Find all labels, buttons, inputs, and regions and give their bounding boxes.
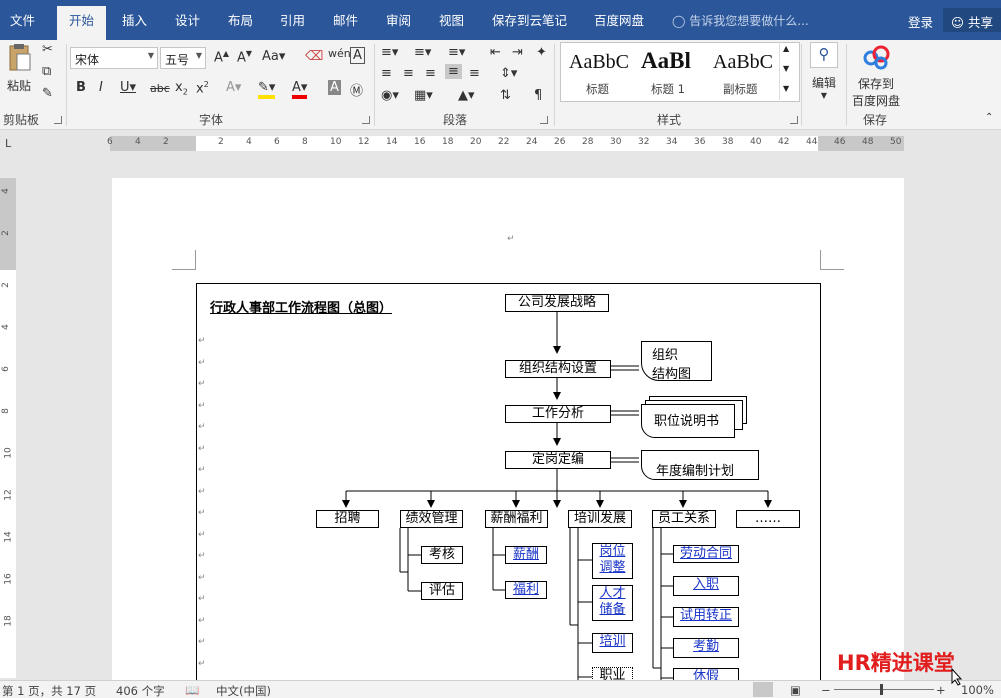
node-performance[interactable]: 绩效管理 xyxy=(400,510,463,528)
link-welfare[interactable]: 福利 xyxy=(505,581,547,599)
link-position-adjust[interactable]: 岗位调整 xyxy=(592,543,633,579)
zoom-in-icon[interactable]: + xyxy=(936,683,946,697)
doc-job-description[interactable]: 职位说明书 xyxy=(641,404,735,438)
mouse-cursor-icon xyxy=(951,668,963,686)
node-evaluation[interactable]: 评估 xyxy=(421,582,463,600)
page-count[interactable]: 第 1 页，共 17 页 xyxy=(2,683,96,698)
paragraph-mark: ↵ xyxy=(198,551,206,561)
link-onboarding[interactable]: 入职 xyxy=(673,576,739,596)
zoom-slider-thumb[interactable] xyxy=(880,684,883,695)
link-training[interactable]: 培训 xyxy=(592,633,633,653)
node-compensation[interactable]: 薪酬福利 xyxy=(485,510,548,528)
paragraph-mark: ↵ xyxy=(198,379,206,389)
print-layout-icon[interactable] xyxy=(753,682,773,697)
zoom-level[interactable]: 100% xyxy=(961,683,994,697)
paragraph-mark: ↵ xyxy=(198,637,206,647)
node-recruitment[interactable]: 招聘 xyxy=(316,510,379,528)
doc-annual-plan[interactable]: 年度编制计划 xyxy=(641,450,759,480)
link-labor-contract[interactable]: 劳动合同 xyxy=(673,545,739,563)
paragraph-mark: ↵ xyxy=(198,400,206,411)
paragraph-mark: ↵ xyxy=(198,465,206,475)
node-appraisal[interactable]: 考核 xyxy=(421,546,463,564)
proofing-icon[interactable]: 📖 xyxy=(185,683,199,697)
node-job-analysis[interactable]: 工作分析 xyxy=(505,405,611,423)
word-count[interactable]: 406 个字 xyxy=(116,683,165,698)
link-talent-reserve[interactable]: 人才储备 xyxy=(592,585,633,621)
paragraph-mark: ↵ xyxy=(198,508,206,518)
zoom-out-icon[interactable]: − xyxy=(821,683,831,697)
flowchart-connectors xyxy=(342,312,772,680)
watermark-logo: HR精进课堂 xyxy=(837,651,955,675)
link-attendance[interactable]: 考勤 xyxy=(673,638,739,658)
paragraph-mark: ↵ xyxy=(198,486,206,497)
paragraph-mark: ↵ xyxy=(198,443,206,454)
zoom-slider[interactable] xyxy=(834,689,934,690)
paragraph-mark: ↵ xyxy=(198,658,206,669)
status-bar: 第 1 页，共 17 页 406 个字 📖 中文(中国) ▣ − + 100% xyxy=(0,680,1001,698)
node-more[interactable]: …… xyxy=(736,510,800,528)
doc-org-chart[interactable]: 组织 结构图 xyxy=(641,341,712,382)
link-probation[interactable]: 试用转正 xyxy=(673,607,739,627)
paragraph-mark: ↵ xyxy=(198,615,206,626)
web-layout-icon[interactable]: ▣ xyxy=(790,683,801,697)
paragraph-mark: ↵ xyxy=(198,357,206,368)
link-salary[interactable]: 薪酬 xyxy=(505,546,547,564)
node-employee-relations[interactable]: 员工关系 xyxy=(652,510,716,528)
node-org-structure[interactable]: 组织结构设置 xyxy=(505,360,611,378)
language-indicator[interactable]: 中文(中国) xyxy=(216,683,271,698)
paragraph-mark: ↵ xyxy=(198,594,206,604)
paragraph-mark: ↵ xyxy=(198,529,206,540)
node-training[interactable]: 培训发展 xyxy=(568,510,632,528)
node-staffing[interactable]: 定岗定编 xyxy=(505,451,611,469)
node-company-strategy[interactable]: 公司发展战略 xyxy=(505,294,609,312)
paragraph-mark: ↵ xyxy=(198,572,206,583)
paragraph-mark: ↵ xyxy=(198,422,206,432)
paragraph-mark: ↵ xyxy=(198,336,206,346)
